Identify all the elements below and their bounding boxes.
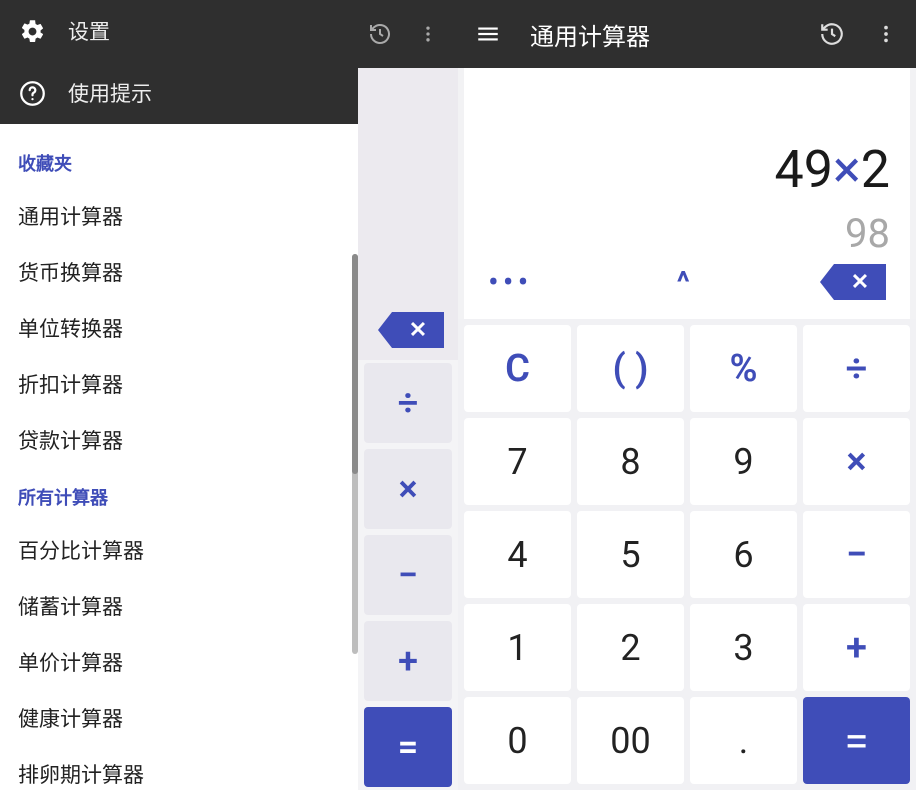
key-7[interactable]: 7 bbox=[464, 418, 571, 505]
app-title: 通用计算器 bbox=[530, 17, 798, 52]
key-dot[interactable]: . bbox=[690, 697, 797, 784]
fav-item-unit[interactable]: 单位转换器 bbox=[18, 300, 340, 356]
key-00[interactable]: 00 bbox=[577, 697, 684, 784]
key-3[interactable]: 3 bbox=[690, 604, 797, 691]
all-item-health[interactable]: 健康计算器 bbox=[18, 690, 340, 746]
backspace-button[interactable]: ✕ bbox=[392, 312, 444, 348]
fav-item-loan[interactable]: 贷款计算器 bbox=[18, 412, 340, 468]
key-multiply[interactable]: × bbox=[803, 418, 910, 505]
key-divide[interactable]: ÷ bbox=[803, 325, 910, 412]
key-5[interactable]: 5 bbox=[577, 511, 684, 598]
op-minus[interactable]: − bbox=[364, 535, 452, 615]
op-divide[interactable]: ÷ bbox=[364, 363, 452, 443]
keypad: C ( ) % ÷ 7 8 9 × 4 5 6 − 1 2 3 + 0 00 .… bbox=[458, 319, 916, 790]
menu-tips[interactable]: 使用提示 bbox=[0, 62, 358, 124]
fav-item-general[interactable]: 通用计算器 bbox=[18, 188, 340, 244]
history-icon[interactable] bbox=[362, 16, 398, 52]
expr-right: 2 bbox=[861, 139, 890, 200]
key-9[interactable]: 9 bbox=[690, 418, 797, 505]
overflow-menu-icon[interactable] bbox=[866, 14, 906, 54]
key-clear[interactable]: C bbox=[464, 325, 571, 412]
history-icon[interactable] bbox=[812, 14, 852, 54]
key-4[interactable]: 4 bbox=[464, 511, 571, 598]
under-calculator-sliver: ✕ ÷ × − + = bbox=[358, 0, 458, 790]
fav-item-currency[interactable]: 货币换算器 bbox=[18, 244, 340, 300]
key-8[interactable]: 8 bbox=[577, 418, 684, 505]
expression: 49×2 bbox=[484, 80, 890, 200]
result: 98 bbox=[484, 210, 890, 257]
caret-icon[interactable]: ^ bbox=[677, 265, 690, 300]
key-2[interactable]: 2 bbox=[577, 604, 684, 691]
fav-item-discount[interactable]: 折扣计算器 bbox=[18, 356, 340, 412]
hamburger-icon[interactable] bbox=[468, 14, 508, 54]
expr-left: 49 bbox=[775, 139, 833, 200]
drawer-scrollbar[interactable] bbox=[352, 254, 358, 654]
overflow-menu-icon[interactable] bbox=[410, 16, 446, 52]
key-0[interactable]: 0 bbox=[464, 697, 571, 784]
all-item-ovulation[interactable]: 排卵期计算器 bbox=[18, 746, 340, 790]
gear-icon bbox=[18, 17, 46, 45]
menu-tips-label: 使用提示 bbox=[68, 78, 152, 108]
display: 49×2 98 ••• ^ ✕ bbox=[458, 68, 916, 319]
all-item-percent[interactable]: 百分比计算器 bbox=[18, 522, 340, 578]
op-plus[interactable]: + bbox=[364, 621, 452, 701]
key-equals[interactable]: = bbox=[803, 697, 910, 784]
op-multiply[interactable]: × bbox=[364, 449, 452, 529]
key-percent[interactable]: % bbox=[690, 325, 797, 412]
nav-drawer: 设置 使用提示 收藏夹 通用计算器 货币换算器 单位转换器 折扣计算器 贷款计算… bbox=[0, 0, 358, 790]
favorites-header: 收藏夹 bbox=[18, 150, 340, 176]
key-minus[interactable]: − bbox=[803, 511, 910, 598]
help-icon bbox=[18, 79, 46, 107]
expr-op: × bbox=[833, 139, 861, 200]
app-topbar: 通用计算器 bbox=[458, 0, 916, 68]
key-plus[interactable]: + bbox=[803, 604, 910, 691]
menu-settings-label: 设置 bbox=[68, 16, 110, 46]
key-1[interactable]: 1 bbox=[464, 604, 571, 691]
all-item-savings[interactable]: 储蓄计算器 bbox=[18, 578, 340, 634]
key-parens[interactable]: ( ) bbox=[577, 325, 684, 412]
op-equals[interactable]: = bbox=[364, 707, 452, 787]
backspace-button[interactable]: ✕ bbox=[834, 264, 886, 300]
all-header: 所有计算器 bbox=[18, 484, 340, 510]
all-item-unitprice[interactable]: 单价计算器 bbox=[18, 634, 340, 690]
menu-settings[interactable]: 设置 bbox=[0, 0, 358, 62]
more-icon[interactable]: ••• bbox=[488, 263, 532, 301]
key-6[interactable]: 6 bbox=[690, 511, 797, 598]
